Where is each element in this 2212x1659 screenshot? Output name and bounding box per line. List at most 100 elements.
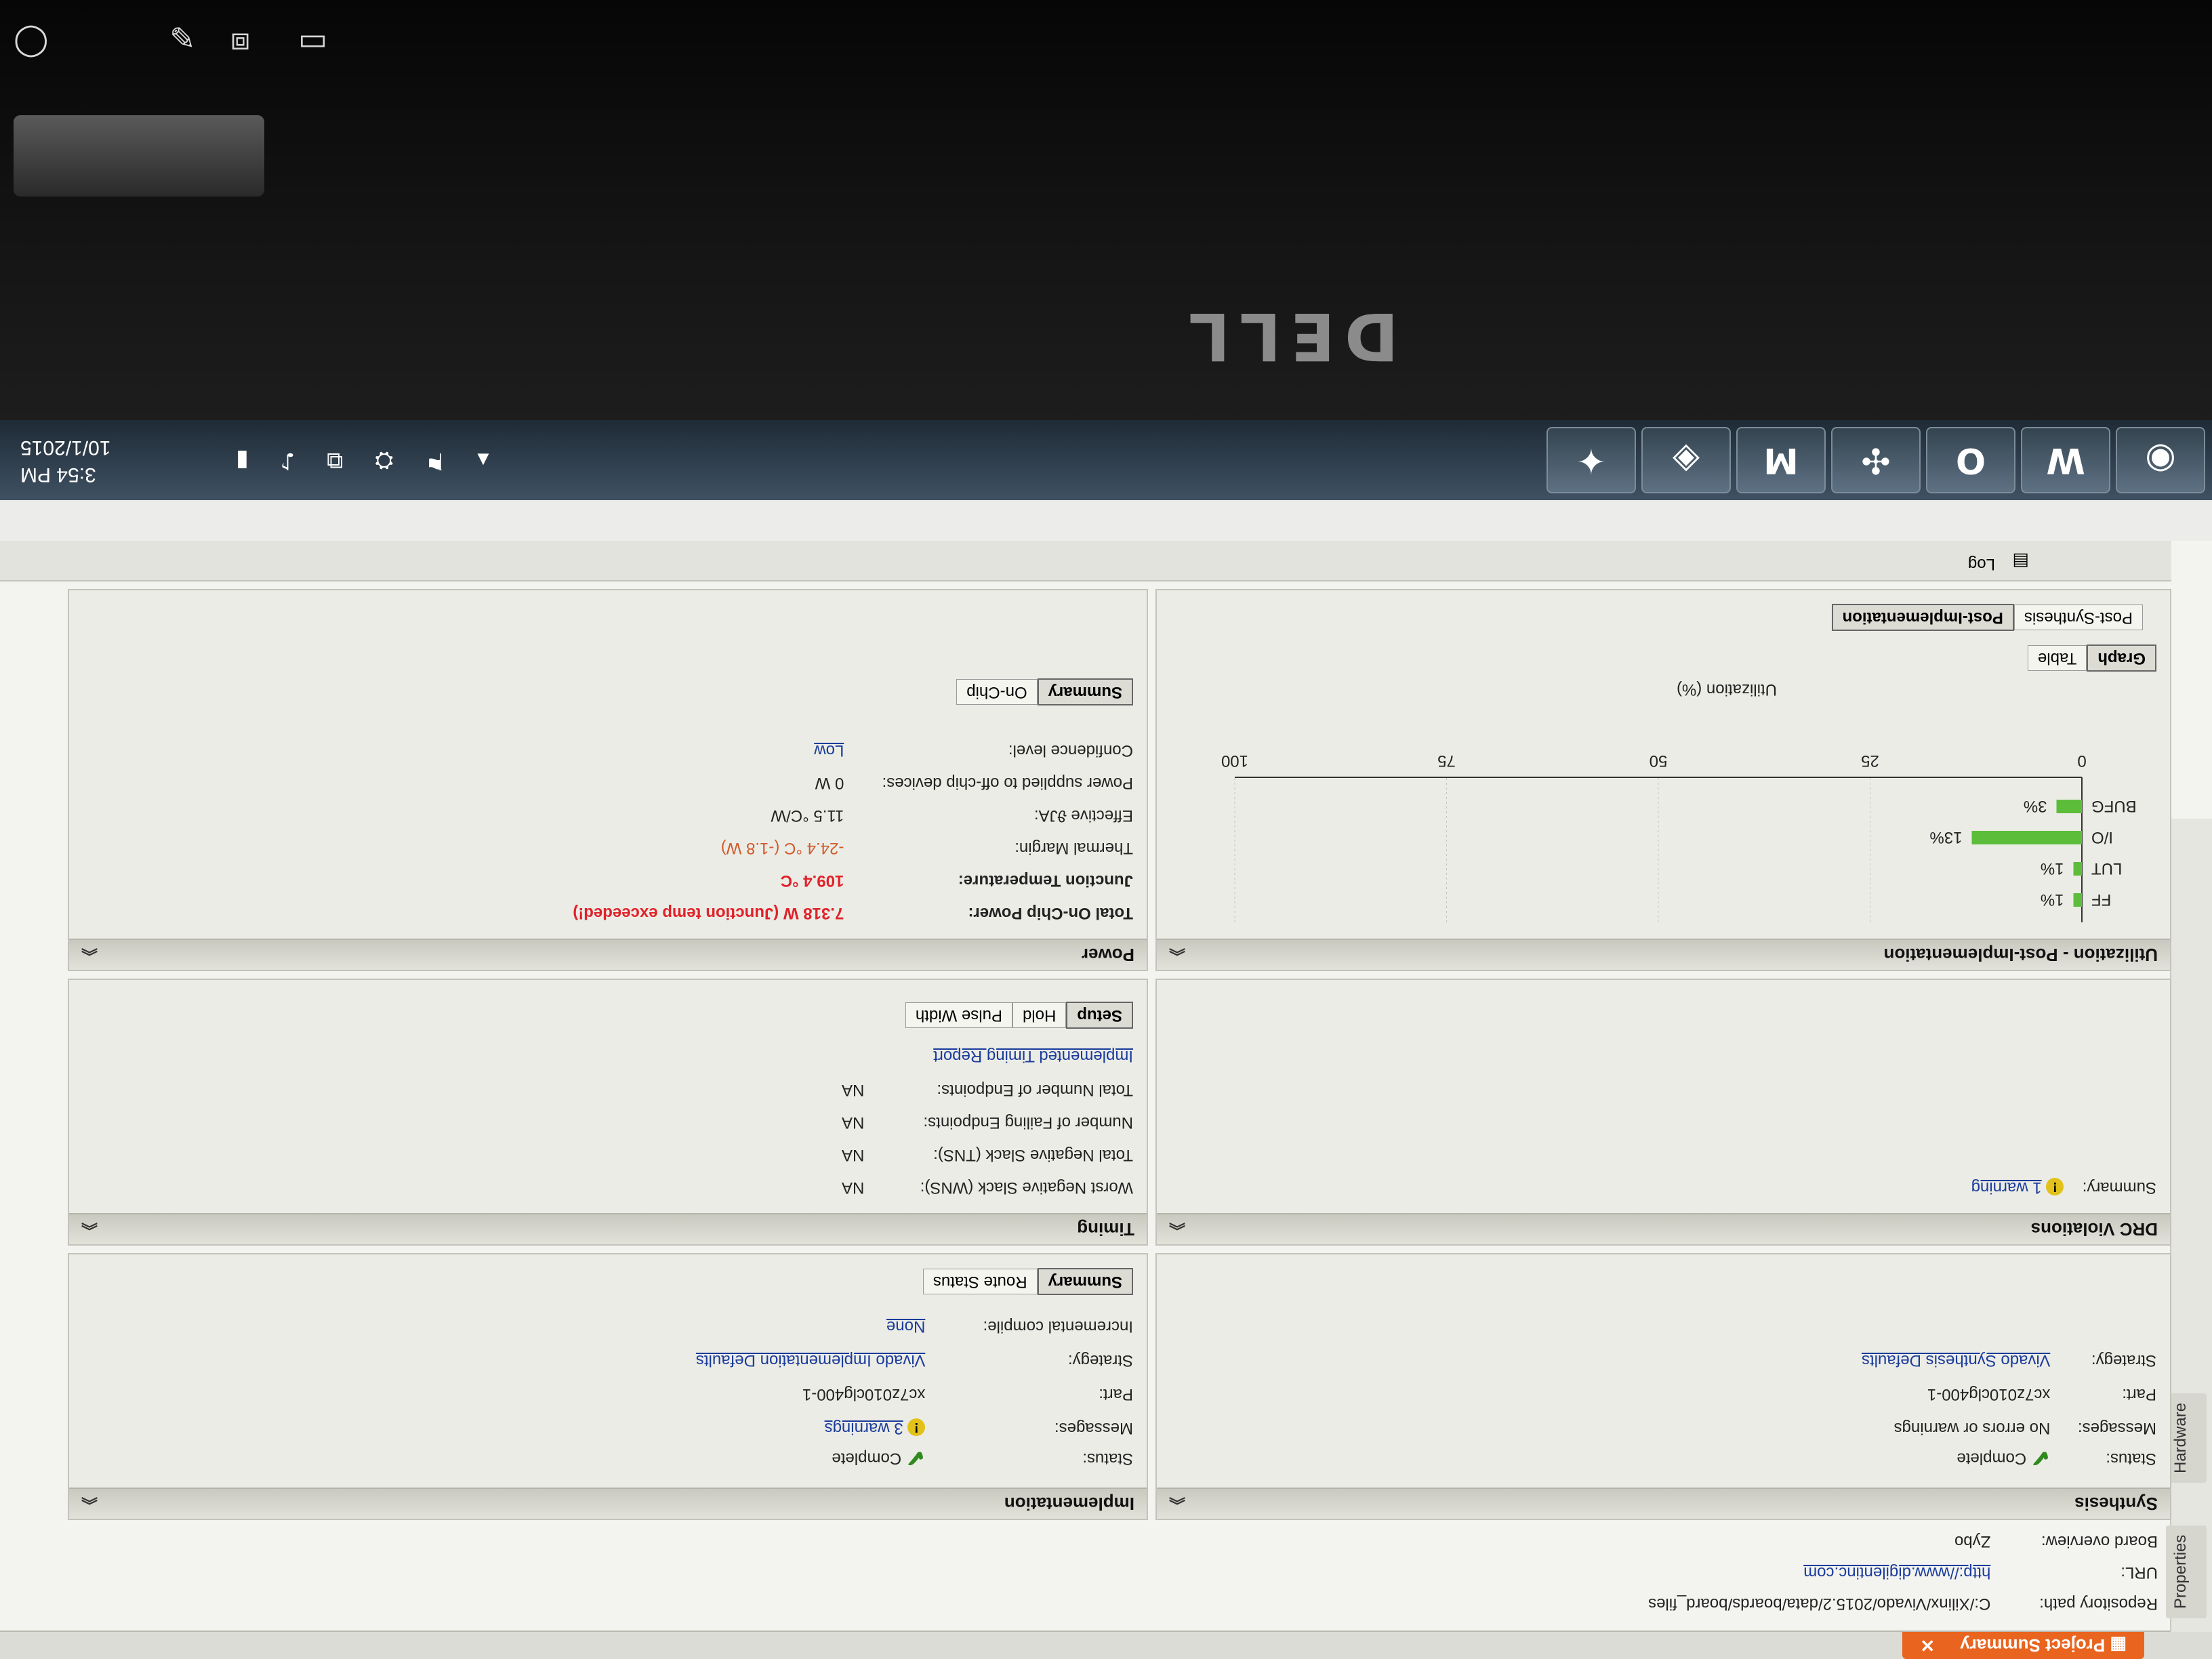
route-status-button[interactable]: Route Status (922, 1269, 1038, 1294)
impl-incremental-link[interactable]: None (886, 1317, 925, 1336)
board-overview-value: Zybo (1954, 1532, 1991, 1551)
app-icon[interactable]: ✣ (1831, 427, 1921, 493)
x-tick-label: 0 (2077, 752, 2086, 770)
power-title: Power (1081, 945, 1134, 965)
timing-label: Total Number of Endpoints: (937, 1081, 1134, 1099)
impl-messages-row: Messages: ! 3 warnings (825, 1418, 1133, 1437)
clock-time: 3:54 PM (20, 464, 96, 486)
timing-label: Total Negative Slack (TNS): (933, 1146, 1133, 1164)
power-header[interactable]: Power ︽ (69, 939, 1147, 970)
synthesis-title: Synthesis (2074, 1494, 2158, 1514)
power-junction-value: 109.4 °C (780, 872, 844, 890)
bar-value-label: 3% (2024, 797, 2047, 815)
timing-report-row: Implemented Timing Report (933, 1046, 1133, 1065)
tab-post-synthesis[interactable]: Post-Synthesis (2013, 605, 2143, 630)
synth-messages-row: Messages: No errors or warnings (1894, 1418, 2156, 1437)
collapse-icon[interactable]: ︽ (81, 1489, 98, 1519)
bottom-panel-bar: ▤ Log (0, 539, 2171, 581)
laptop-bezel: DELL ◯ ✎ ⧈ ▭ (0, 0, 2212, 420)
clock[interactable]: 3:54 PM 10/1/2015 (20, 434, 110, 488)
close-icon[interactable]: ✕ (1920, 1635, 1935, 1656)
tab-hardware[interactable]: Hardware (2166, 1393, 2207, 1483)
app-icon[interactable]: ◈ (1641, 427, 1731, 493)
hold-button[interactable]: Hold (1012, 1002, 1067, 1028)
bar (2073, 893, 2082, 907)
table-button[interactable]: Table (2027, 645, 2087, 671)
implementation-panel: Implementation ︽ Status: ✔ Complete Mess… (68, 1253, 1148, 1520)
power-theta-value: 11.5 °C/W (771, 806, 844, 825)
timing-value: NA (841, 1113, 865, 1132)
implementation-header[interactable]: Implementation ︽ (69, 1488, 1147, 1519)
synth-part-label: Part: (2122, 1385, 2156, 1404)
tab-project-summary[interactable]: ▦ Project Summary ✕ (1902, 1632, 2144, 1659)
timing-header[interactable]: Timing ︽ (69, 1213, 1147, 1244)
impl-part-value: xc7z010clg400-1 (802, 1385, 926, 1404)
x-tick-label: 100 (1221, 752, 1248, 770)
summary-button[interactable]: Summary (1037, 678, 1133, 705)
graph-button[interactable]: Graph (2087, 644, 2156, 672)
chrome-icon[interactable]: ◉ (2116, 427, 2205, 493)
bar-value-label: 13% (1929, 828, 1962, 846)
implementation-title: Implementation (1004, 1494, 1134, 1514)
keyboard-key-icon: ▭ (298, 20, 328, 57)
utilization-subtabs: Post-SynthesisPost-Implementation (1831, 604, 2143, 631)
synth-part-value: xc7z010clg400-1 (1927, 1385, 2051, 1404)
collapse-icon[interactable]: ︽ (1169, 1214, 1185, 1244)
power-margin-label: Thermal Margin: (1015, 839, 1133, 857)
side-tab-strip: Properties Hardware (2166, 819, 2212, 1632)
synthesis-panel: Synthesis ︽ Status: ✔ Complete Messages:… (1155, 1253, 2171, 1520)
pulse-width-button[interactable]: Pulse Width (905, 1002, 1012, 1028)
repository-path-row: Repository path: C:/Xilinx/Vivado/2015.2… (1648, 1594, 2158, 1613)
tab-log[interactable]: Log (1968, 554, 1995, 573)
timing-panel: Timing ︽ Worst Negative Slack (WNS): NA … (68, 979, 1148, 1246)
power-junction-row: Junction Temperature: 109.4 °C (781, 871, 1133, 890)
log-icon: ▤ (2012, 552, 2029, 572)
on-chip-button[interactable]: On-Chip (956, 679, 1038, 705)
drc-panel: DRC Violations ︽ Summary: ! 1 warning (1155, 979, 2171, 1246)
tab-properties[interactable]: Properties (2166, 1525, 2207, 1618)
impl-status-label: Status: (1082, 1449, 1133, 1468)
drc-header[interactable]: DRC Violations ︽ (1157, 1213, 2170, 1244)
timing-value: NA (841, 1146, 865, 1164)
x-tick-label: 50 (1650, 752, 1668, 770)
power-margin-row: Thermal Margin: -24.4 °C (-1.8 W) (721, 838, 1133, 857)
word-icon[interactable]: W (2021, 427, 2110, 493)
drc-summary-link[interactable]: 1 warning (1971, 1179, 2042, 1197)
power-confidence-link[interactable]: Low (814, 741, 844, 760)
power-total-value: 7.318 W (Junction temp exceeded!) (573, 904, 844, 922)
power-offchip-label: Power supplied to off-chip devices: (882, 774, 1133, 792)
impl-status-value: Complete (832, 1449, 902, 1468)
tab-post-implementation[interactable]: Post-Implementation (1831, 604, 2014, 631)
utilization-header[interactable]: Utilization - Post-Implementation ︽ (1157, 939, 2170, 970)
collapse-icon[interactable]: ︽ (1169, 1489, 1185, 1519)
category-label: FF (2091, 890, 2111, 909)
collapse-icon[interactable]: ︽ (81, 1214, 98, 1244)
project-summary-view: Repository path: C:/Xilinx/Vivado/2015.2… (0, 581, 2171, 1632)
warning-icon: ! (2046, 1178, 2064, 1196)
url-link[interactable]: http://www.digilentinc.com (1803, 1563, 1990, 1582)
timing-report-link[interactable]: Implemented Timing Report (933, 1047, 1133, 1065)
utilization-panel: Utilization - Post-Implementation ︽ 0 25 5… (1155, 589, 2171, 971)
impl-messages-link[interactable]: 3 warnings (825, 1419, 903, 1437)
collapse-icon[interactable]: ︽ (1169, 940, 1185, 970)
impl-strategy-link[interactable]: Vivado Implementation Defaults (696, 1351, 925, 1370)
summary-button[interactable]: Summary (1037, 1268, 1133, 1295)
bar-value-label: 1% (2041, 859, 2064, 878)
setup-button[interactable]: Setup (1066, 1002, 1133, 1029)
collapse-icon[interactable]: ︽ (81, 940, 98, 970)
synthesis-header[interactable]: Synthesis ︽ (1157, 1488, 2170, 1519)
timing-value: NA (841, 1179, 865, 1197)
office-icon[interactable]: O (1926, 427, 2015, 493)
impl-incremental-row: Incremental compile: None (886, 1317, 1133, 1336)
power-total-label: Total On-Chip Power: (968, 904, 1133, 922)
app-icon[interactable]: M (1736, 427, 1826, 493)
impl-incremental-label: Incremental compile: (983, 1317, 1133, 1336)
check-icon: ✔ (2030, 1445, 2051, 1471)
bar (2056, 800, 2082, 813)
drc-title: DRC Violations (2030, 1219, 2158, 1240)
synth-strategy-link[interactable]: Vivado Synthesis Defaults (1862, 1351, 2050, 1370)
tray-icons[interactable]: ▴ ⚑ ⛭ ⧉ ♪ ▮ (224, 447, 489, 474)
vivado-icon[interactable]: ✦ (1547, 427, 1636, 493)
clock-date: 10/1/2015 (20, 436, 111, 459)
bar-value-label: 1% (2041, 890, 2064, 909)
